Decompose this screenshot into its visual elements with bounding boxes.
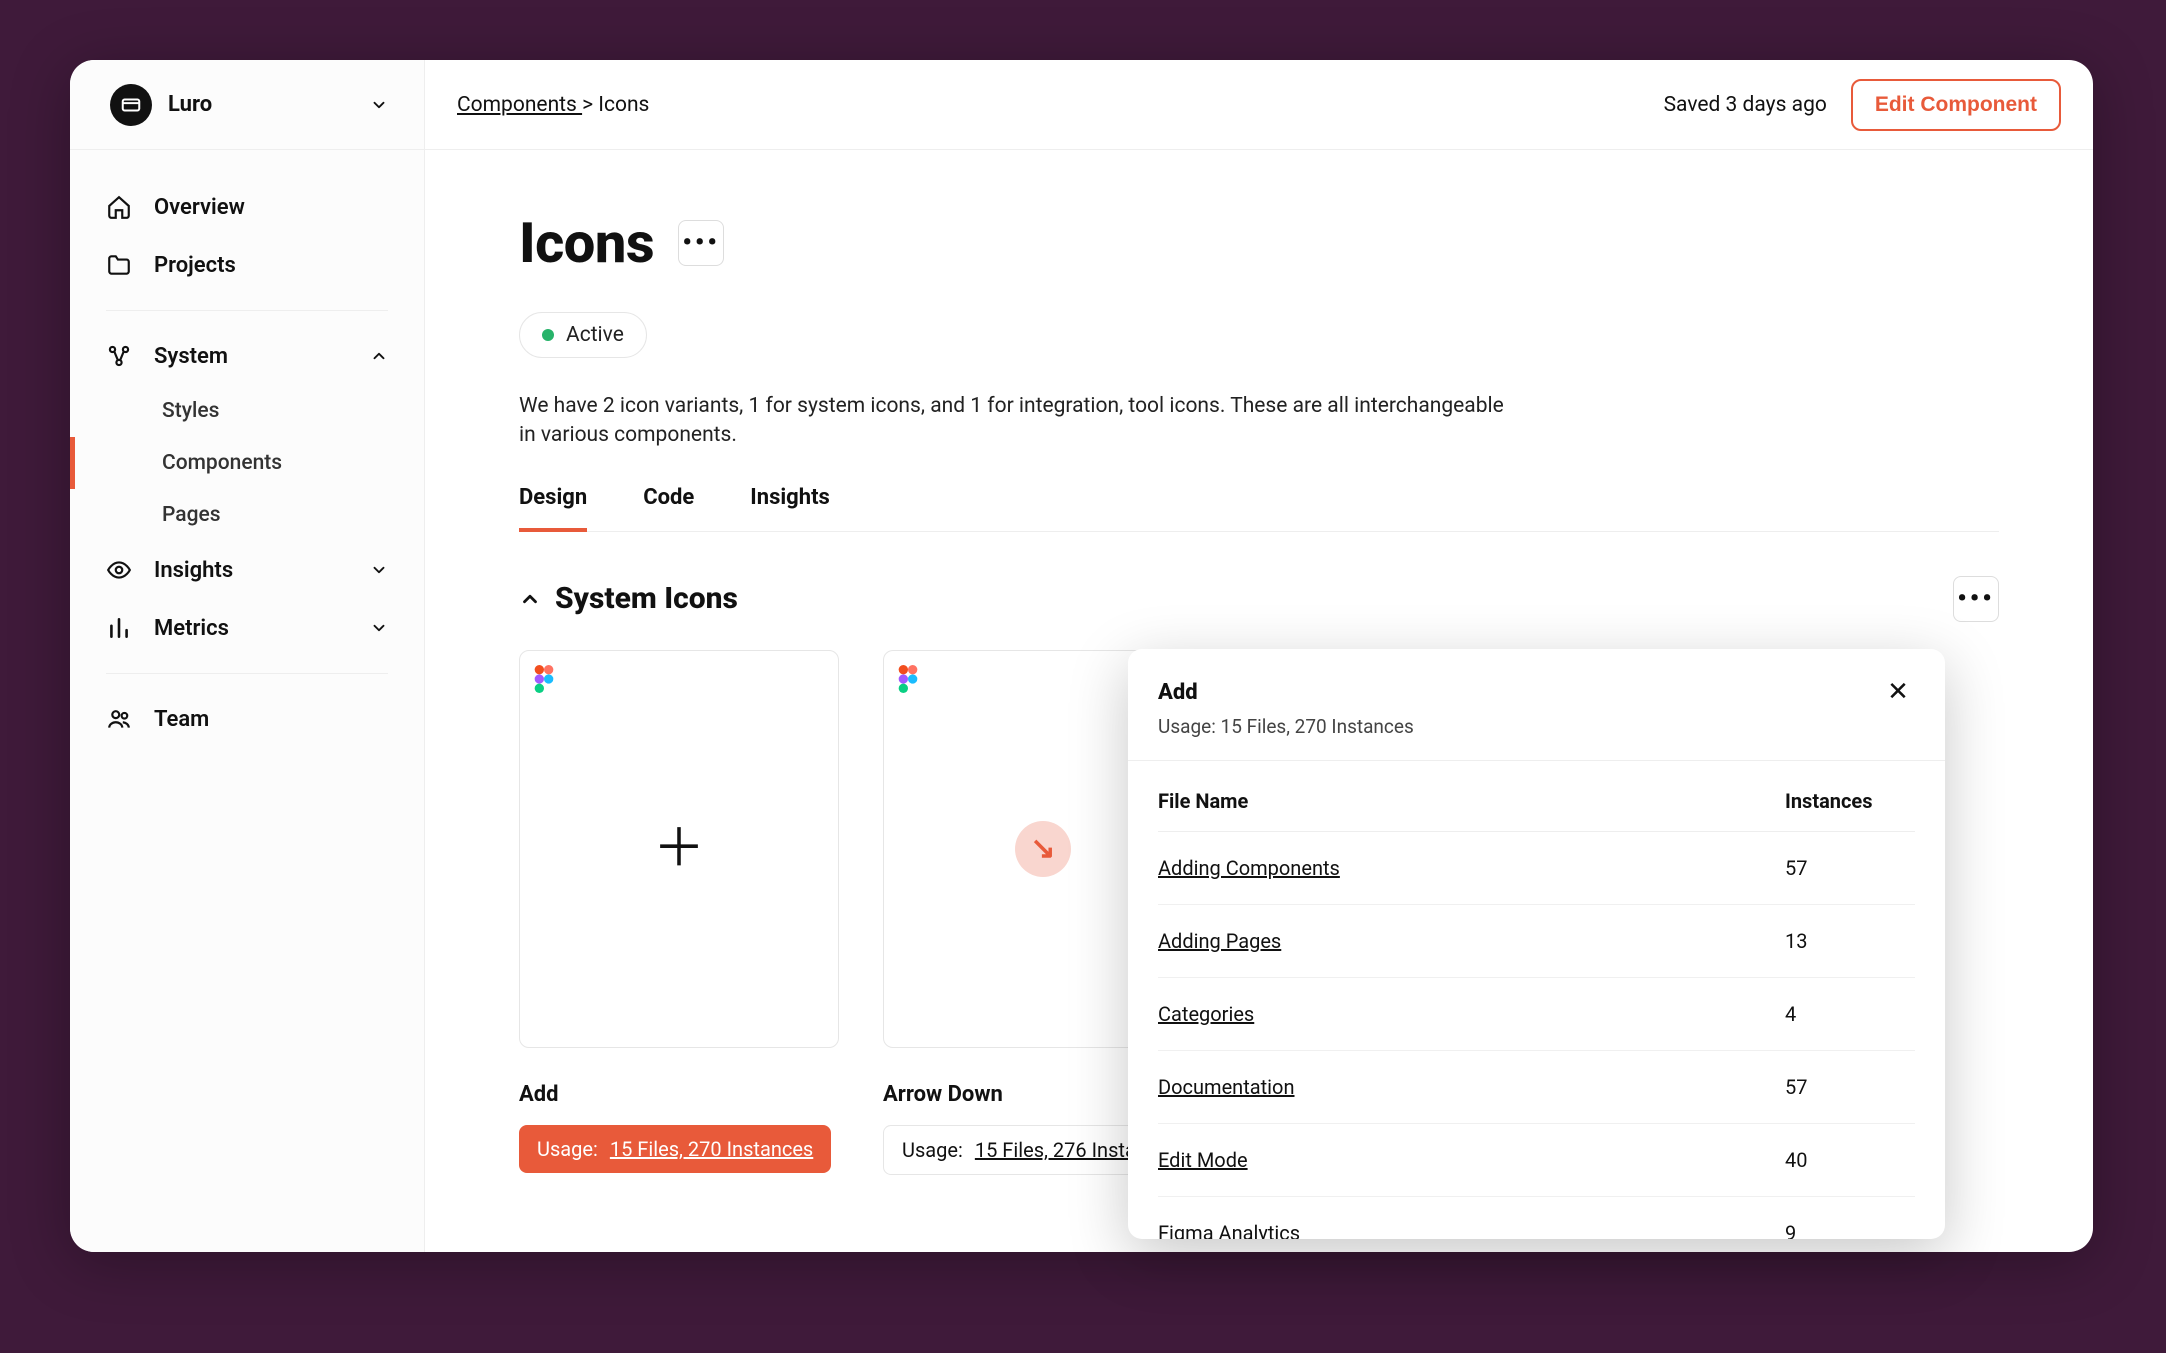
tab-design[interactable]: Design bbox=[519, 485, 587, 532]
icon-preview[interactable]: ＋ bbox=[519, 650, 839, 1048]
table-body: Adding Components57Adding Pages13Categor… bbox=[1158, 832, 1915, 1239]
sidebar-item-label: Components bbox=[162, 451, 282, 475]
sidebar-item-label: Styles bbox=[162, 399, 219, 423]
sidebar: Luro Overview Projects System Styles Com… bbox=[70, 60, 425, 1252]
divider bbox=[106, 673, 388, 674]
sidebar-item-system[interactable]: System bbox=[70, 327, 424, 385]
popover-body: File Name Instances Adding Components57A… bbox=[1128, 761, 1945, 1239]
page-description: We have 2 icon variants, 1 for system ic… bbox=[519, 392, 1519, 451]
sidebar-item-label: Projects bbox=[154, 253, 236, 278]
figma-icon bbox=[898, 665, 918, 693]
sidebar-nav: Overview Projects System Styles Componen… bbox=[70, 150, 424, 776]
breadcrumb-root[interactable]: Components bbox=[457, 93, 582, 117]
icon-card-name: Add bbox=[519, 1082, 839, 1107]
section-title: System Icons bbox=[555, 581, 738, 616]
ellipsis-icon: ••• bbox=[1957, 584, 1994, 614]
usage-value: 15 Files, 270 Instances bbox=[610, 1137, 813, 1161]
edit-component-button[interactable]: Edit Component bbox=[1851, 79, 2061, 131]
chevron-up-icon bbox=[370, 347, 388, 365]
workspace-switcher[interactable]: Luro bbox=[70, 60, 424, 150]
chevron-up-icon bbox=[519, 588, 541, 610]
instance-count: 9 bbox=[1785, 1221, 1915, 1239]
icon-card: ＋ Add Usage: 15 Files, 270 Instances bbox=[519, 650, 839, 1175]
usage-label: Usage: bbox=[902, 1138, 963, 1162]
brand-logo-icon bbox=[110, 84, 152, 126]
sidebar-item-components[interactable]: Components bbox=[70, 437, 424, 489]
status-dot-icon bbox=[542, 329, 554, 341]
table-row: Adding Components57 bbox=[1158, 832, 1915, 905]
breadcrumb: Components > Icons bbox=[457, 93, 649, 117]
sidebar-item-pages[interactable]: Pages bbox=[70, 489, 424, 541]
usage-label: Usage: bbox=[537, 1137, 598, 1161]
tab-code[interactable]: Code bbox=[643, 485, 694, 531]
sidebar-item-overview[interactable]: Overview bbox=[70, 178, 424, 236]
chevron-down-icon bbox=[370, 619, 388, 637]
instance-count: 57 bbox=[1785, 856, 1915, 880]
eye-icon bbox=[106, 557, 132, 583]
file-link[interactable]: Adding Pages bbox=[1158, 929, 1785, 953]
nodes-icon bbox=[106, 343, 132, 369]
sidebar-item-label: Insights bbox=[154, 558, 233, 583]
table-row: Edit Mode40 bbox=[1158, 1124, 1915, 1197]
table-row: Categories4 bbox=[1158, 978, 1915, 1051]
status-badge[interactable]: Active bbox=[519, 312, 647, 358]
chevron-down-icon bbox=[370, 561, 388, 579]
breadcrumb-sep: > bbox=[582, 93, 593, 117]
sidebar-item-label: Team bbox=[154, 707, 209, 732]
sidebar-item-insights[interactable]: Insights bbox=[70, 541, 424, 599]
sidebar-item-label: Overview bbox=[154, 195, 245, 220]
tabs: Design Code Insights bbox=[519, 485, 1999, 532]
sidebar-item-label: Metrics bbox=[154, 616, 229, 641]
page-actions-button[interactable]: ••• bbox=[678, 220, 724, 266]
section-header[interactable]: System Icons ••• bbox=[519, 576, 1999, 622]
col-file-name: File Name bbox=[1158, 789, 1785, 813]
topbar: Components > Icons Saved 3 days ago Edit… bbox=[425, 60, 2093, 150]
section-actions-button[interactable]: ••• bbox=[1953, 576, 1999, 622]
instance-count: 57 bbox=[1785, 1075, 1915, 1099]
status-label: Active bbox=[566, 323, 624, 347]
tab-insights[interactable]: Insights bbox=[750, 485, 830, 531]
table-row: Documentation57 bbox=[1158, 1051, 1915, 1124]
arrow-down-icon: ↘ bbox=[1015, 821, 1071, 877]
popover-title: Add bbox=[1158, 680, 1198, 705]
brand-name: Luro bbox=[168, 92, 354, 117]
usage-popover: Add ✕ Usage: 15 Files, 270 Instances Fil… bbox=[1128, 649, 1945, 1239]
bars-icon bbox=[106, 615, 132, 641]
saved-status: Saved 3 days ago bbox=[1664, 93, 1827, 117]
folder-icon bbox=[106, 252, 132, 278]
sidebar-item-team[interactable]: Team bbox=[70, 690, 424, 748]
instance-count: 13 bbox=[1785, 929, 1915, 953]
table-row: Figma Analytics9 bbox=[1158, 1197, 1915, 1239]
ellipsis-icon: ••• bbox=[682, 228, 719, 258]
page-title: Icons bbox=[519, 210, 654, 276]
table-row: Adding Pages13 bbox=[1158, 905, 1915, 978]
chevron-down-icon bbox=[370, 96, 388, 114]
file-link[interactable]: Adding Components bbox=[1158, 856, 1785, 880]
popover-subtitle: Usage: 15 Files, 270 Instances bbox=[1158, 715, 1915, 738]
file-link[interactable]: Edit Mode bbox=[1158, 1148, 1785, 1172]
divider bbox=[106, 310, 388, 311]
instance-count: 40 bbox=[1785, 1148, 1915, 1172]
col-instances: Instances bbox=[1785, 789, 1915, 813]
sidebar-item-metrics[interactable]: Metrics bbox=[70, 599, 424, 657]
table-head: File Name Instances bbox=[1158, 789, 1915, 832]
popover-header: Add ✕ Usage: 15 Files, 270 Instances bbox=[1128, 649, 1945, 761]
file-link[interactable]: Documentation bbox=[1158, 1075, 1785, 1099]
sidebar-item-label: Pages bbox=[162, 503, 221, 527]
file-link[interactable]: Categories bbox=[1158, 1002, 1785, 1026]
usage-chip[interactable]: Usage: 15 Files, 270 Instances bbox=[519, 1125, 831, 1173]
instance-count: 4 bbox=[1785, 1002, 1915, 1026]
team-icon bbox=[106, 706, 132, 732]
sidebar-item-projects[interactable]: Projects bbox=[70, 236, 424, 294]
sidebar-item-label: System bbox=[154, 344, 228, 369]
home-icon bbox=[106, 194, 132, 220]
breadcrumb-leaf: Icons bbox=[598, 93, 649, 117]
file-link[interactable]: Figma Analytics bbox=[1158, 1221, 1785, 1239]
plus-icon: ＋ bbox=[653, 823, 705, 875]
close-button[interactable]: ✕ bbox=[1881, 675, 1915, 709]
sidebar-item-styles[interactable]: Styles bbox=[70, 385, 424, 437]
figma-icon bbox=[534, 665, 554, 693]
close-icon: ✕ bbox=[1887, 677, 1909, 707]
